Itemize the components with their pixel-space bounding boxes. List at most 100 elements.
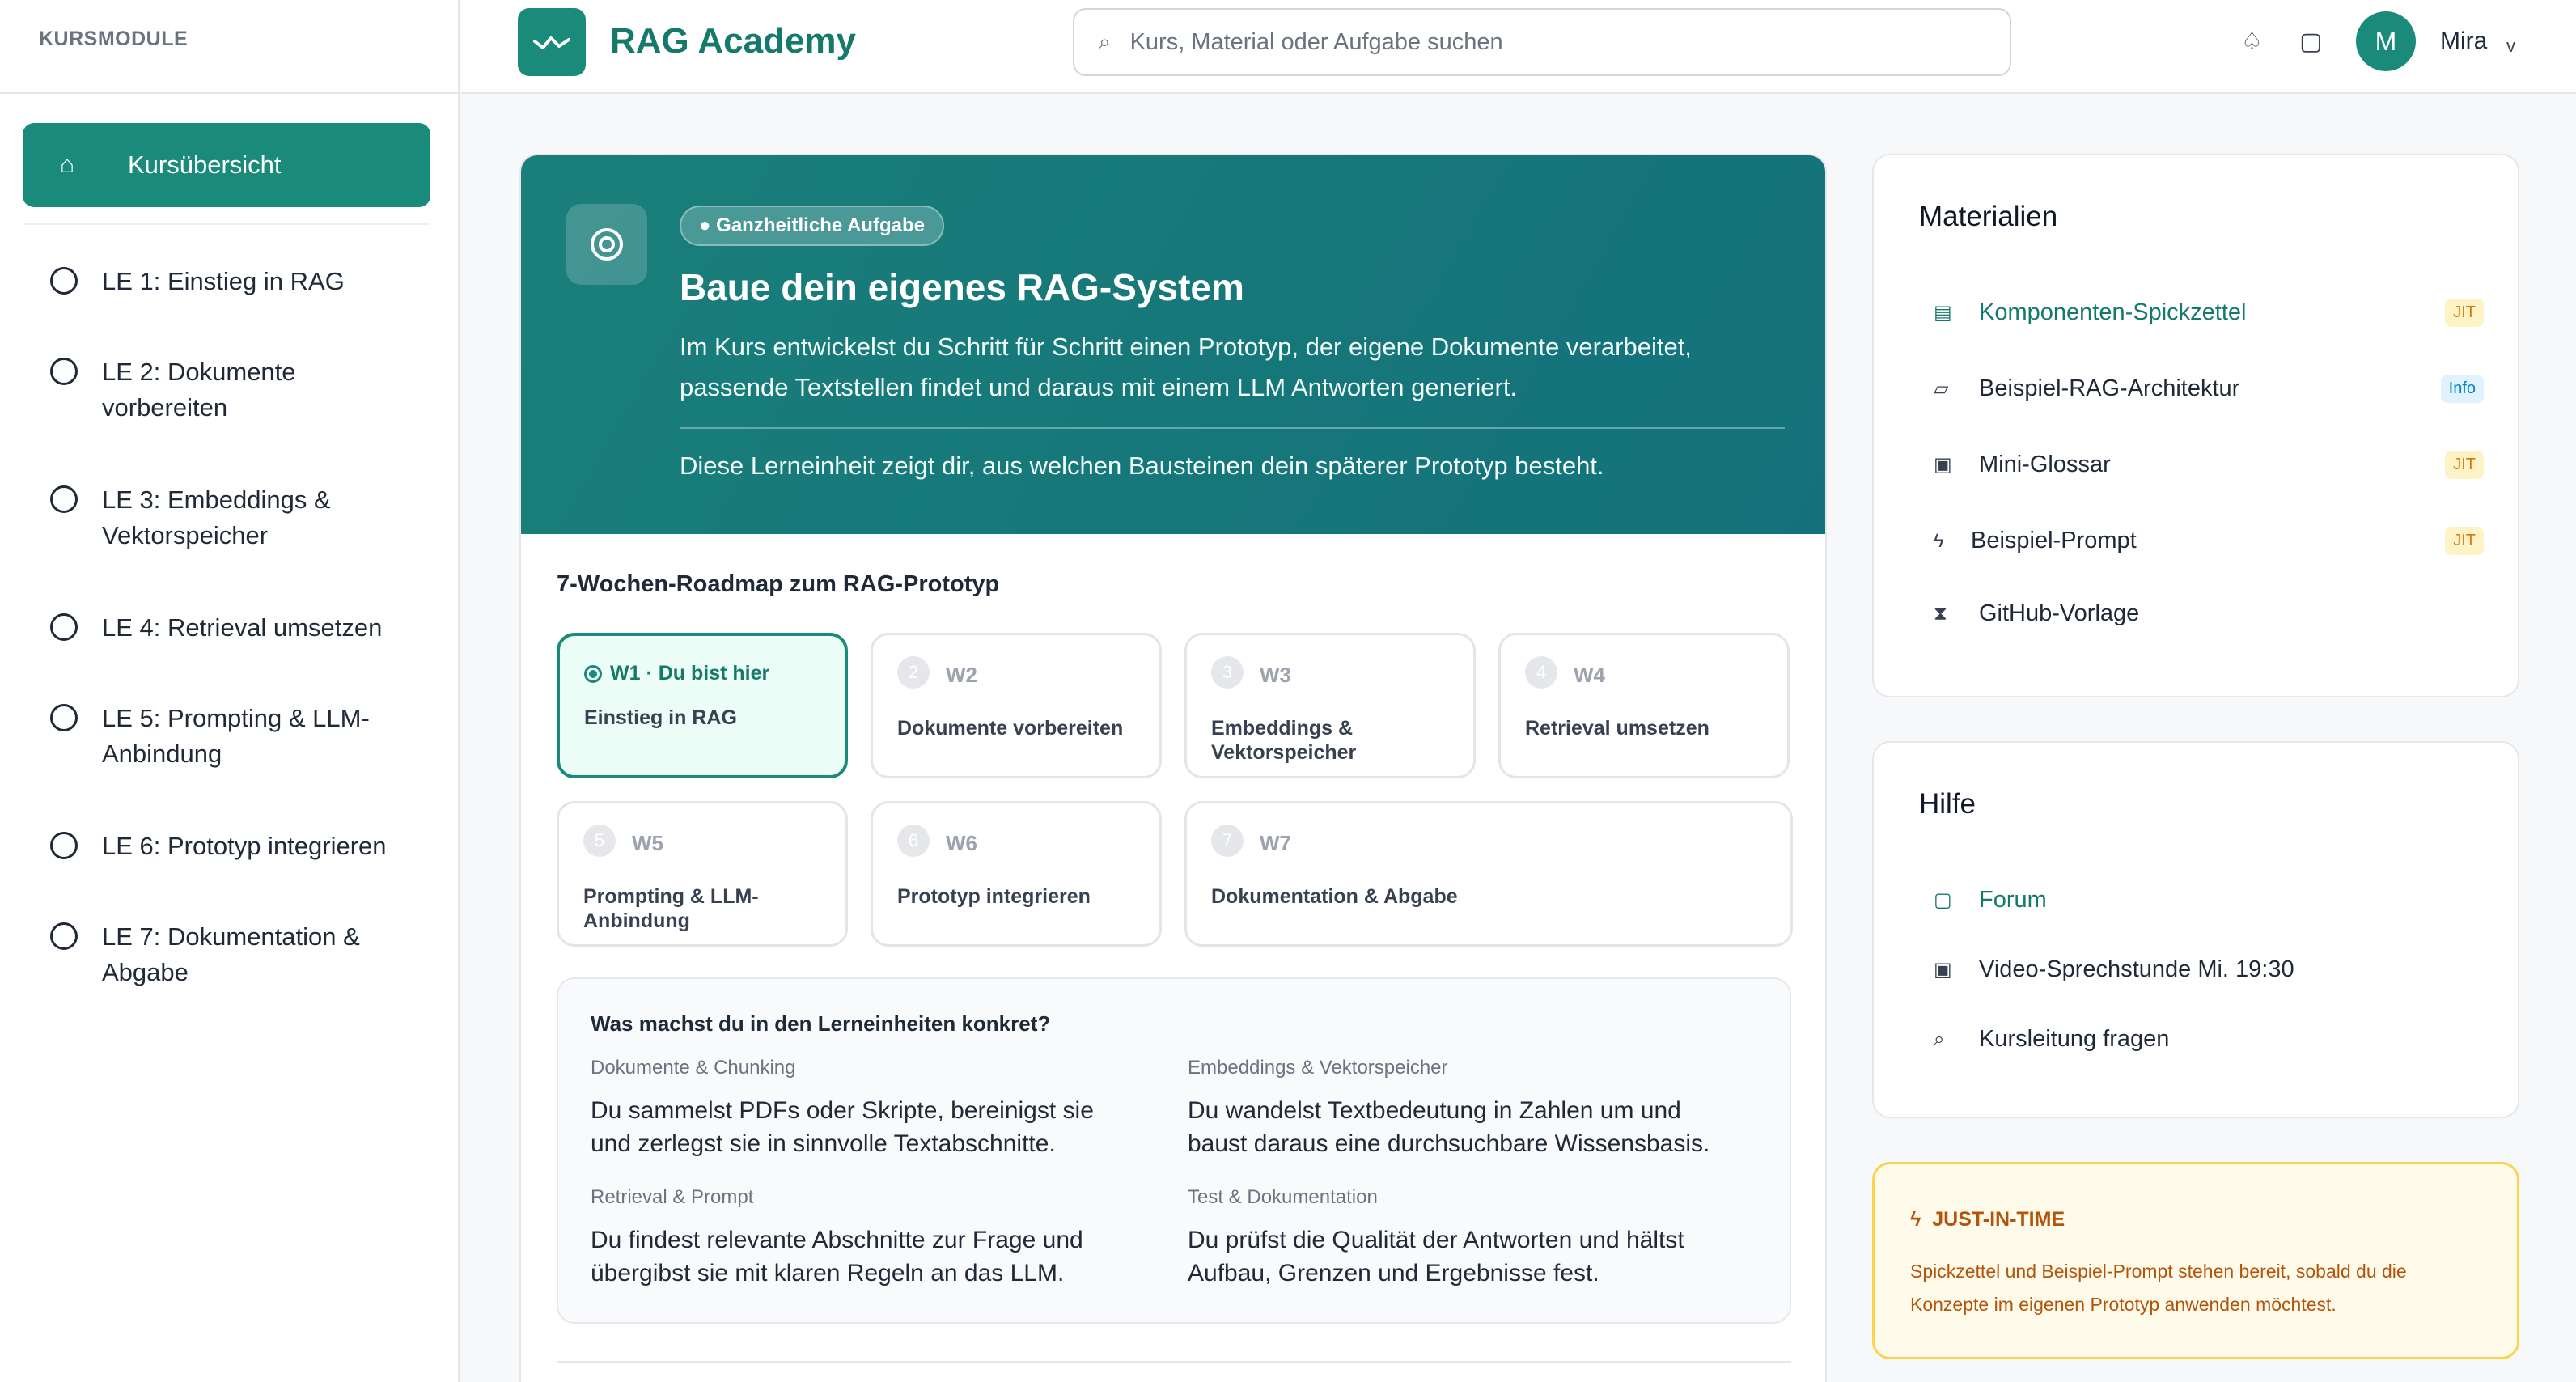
status-circle-icon (50, 358, 78, 385)
forum-icon: ▢ (1934, 889, 1952, 911)
help-label: Kursleitung fragen (1979, 1026, 2170, 1052)
github-icon: ⧗ (1934, 602, 1947, 625)
status-circle-icon (50, 832, 78, 859)
sidebar-item-label: LE 3: Embeddings & Vektorspeicher (102, 485, 331, 549)
search-input[interactable] (1129, 28, 1939, 56)
hero-banner: ● Ganzheitliche Aufgabe Baue dein eigene… (521, 155, 1825, 534)
avatar[interactable]: M (2356, 11, 2416, 71)
status-circle-icon (50, 922, 78, 950)
week-card-w1[interactable]: W1 · Du bist hier Einstieg in RAG (557, 633, 848, 778)
sidebar-item-le7[interactable]: LE 7: Dokumentation & Abgabe (50, 919, 393, 990)
help-item-kursleitung[interactable]: ⌕ Kursleitung fragen (1934, 1026, 2484, 1053)
task-badge: ● Ganzheitliche Aufgabe (680, 206, 944, 246)
material-item-glossar[interactable]: ▣ Mini-Glossar JIT (1934, 451, 2484, 479)
current-indicator-icon (584, 665, 602, 683)
jit-text: Spickzettel und Beispiel-Prompt stehen b… (1910, 1261, 2407, 1315)
week-label: W6 (946, 831, 977, 855)
week-card-w4[interactable]: 4 W4 Retrieval umsetzen (1498, 633, 1790, 778)
activity-caption: Dokumente & Chunking (591, 1057, 796, 1079)
week-label: W7 (1260, 831, 1291, 855)
brand-logo[interactable] (518, 8, 586, 76)
sidebar-item-le5[interactable]: LE 5: Prompting & LLM-Anbindung (50, 701, 409, 772)
help-item-forum[interactable]: ▢ Forum (1934, 887, 2484, 914)
activities-title: Was machst du in den Lerneinheiten konkr… (591, 1011, 1051, 1036)
week-card-w7[interactable]: 7 W7 Dokumentation & Abgabe (1184, 801, 1793, 947)
chat-icon[interactable]: ▢ (2299, 28, 2322, 56)
help-label: Forum (1979, 887, 2047, 913)
week-name: Prototyp integrieren (897, 885, 1091, 908)
section-divider (557, 1361, 1791, 1363)
week-label: W5 (632, 831, 663, 855)
material-label: GitHub-Vorlage (1979, 600, 2140, 626)
chevron-down-icon[interactable]: v (2506, 36, 2515, 57)
material-item-architektur[interactable]: ▱ Beispiel-RAG-Architektur Info (1934, 375, 2484, 403)
sidebar-title: KURSMODULE (39, 28, 189, 50)
week-current-label: W1 · Du bist hier (610, 662, 770, 685)
sidebar-separator (23, 223, 430, 225)
activity-caption: Embeddings & Vektorspeicher (1188, 1057, 1448, 1079)
help-title: Hilfe (1919, 788, 1976, 820)
roadmap-title: 7-Wochen-Roadmap zum RAG-Prototyp (557, 571, 1000, 597)
brand-name[interactable]: RAG Academy (610, 21, 856, 61)
activities-box: Was machst du in den Lerneinheiten konkr… (557, 977, 1791, 1324)
document-icon: ▤ (1934, 302, 1952, 324)
search-icon: ⌕ (1934, 1028, 1945, 1050)
status-circle-icon (50, 704, 78, 731)
jit-notice: ϟ JUST-IN-TIME Spickzettel und Beispiel-… (1872, 1162, 2519, 1359)
main-card: ● Ganzheitliche Aufgabe Baue dein eigene… (519, 154, 1827, 1382)
week-label: W4 (1574, 663, 1605, 687)
bolt-icon: ϟ (1934, 529, 1944, 552)
sidebar-item-le3[interactable]: LE 3: Embeddings & Vektorspeicher (50, 482, 361, 553)
week-card-w2[interactable]: 2 W2 Dokumente vorbereiten (871, 633, 1162, 778)
material-item-github[interactable]: ⧗ GitHub-Vorlage (1934, 600, 2484, 627)
week-label: W3 (1260, 663, 1291, 687)
week-number: 4 (1525, 656, 1557, 689)
status-circle-icon (50, 613, 78, 641)
materials-panel: Materialien ▤ Komponenten-Spickzettel JI… (1872, 154, 2519, 697)
glossary-icon: ▣ (1934, 454, 1952, 476)
help-panel: Hilfe ▢ Forum ▣ Video-Sprechstunde Mi. 1… (1872, 741, 2519, 1118)
week-card-w5[interactable]: 5 W5 Prompting & LLM-Anbindung (557, 801, 848, 947)
material-label: Mini-Glossar (1979, 451, 2111, 477)
week-name: Embeddings & Vektorspeicher (1211, 717, 1357, 764)
week-number: 2 (897, 656, 930, 689)
sidebar-item-le2[interactable]: LE 2: Dokumente vorbereiten (50, 354, 345, 426)
week-number: 5 (583, 825, 616, 857)
material-label: Komponenten-Spickzettel (1979, 299, 2247, 325)
help-label: Video-Sprechstunde Mi. 19:30 (1979, 956, 2294, 982)
materials-title: Materialien (1919, 201, 2058, 232)
week-number: 6 (897, 825, 930, 857)
sidebar-item-label: LE 4: Retrieval umsetzen (102, 613, 383, 642)
material-label: Beispiel-Prompt (1971, 528, 2137, 553)
sidebar-item-label: LE 1: Einstieg in RAG (102, 267, 345, 295)
material-item-spickzettel[interactable]: ▤ Komponenten-Spickzettel JIT (1934, 299, 2484, 327)
week-card-w6[interactable]: 6 W6 Prototyp integrieren (871, 801, 1162, 947)
wave-icon (533, 36, 570, 49)
hero-title: Baue dein eigenes RAG-System (680, 266, 1244, 308)
sidebar-item-kursuebersicht[interactable]: ⌂ Kursübersicht (23, 123, 430, 207)
material-label: Beispiel-RAG-Architektur (1979, 375, 2240, 401)
help-item-video[interactable]: ▣ Video-Sprechstunde Mi. 19:30 (1934, 956, 2484, 983)
sidebar-item-le4[interactable]: LE 4: Retrieval umsetzen (50, 610, 426, 646)
week-card-w3[interactable]: 3 W3 Embeddings & Vektorspeicher (1184, 633, 1476, 778)
search-bar[interactable]: ⌕ (1073, 8, 2011, 76)
week-number: 7 (1211, 825, 1244, 857)
jit-title: JUST-IN-TIME (1932, 1208, 2065, 1231)
activity-caption: Retrieval & Prompt (591, 1186, 754, 1208)
activity-caption: Test & Dokumentation (1188, 1186, 1378, 1208)
week-name: Retrieval umsetzen (1525, 717, 1710, 740)
activity-text: Du findest relevante Abschnitte zur Frag… (591, 1227, 1083, 1287)
bolt-icon: ϟ (1910, 1208, 1921, 1231)
week-name: Dokumentation & Abgabe (1211, 885, 1458, 908)
sidebar-item-label: LE 2: Dokumente vorbereiten (102, 358, 296, 422)
activity-item: Retrieval & Prompt Du findest relevante … (591, 1186, 1141, 1290)
sidebar-item-label: LE 5: Prompting & LLM-Anbindung (102, 704, 370, 768)
bell-icon[interactable]: ♤ (2241, 28, 2263, 56)
week-name: Einstieg in RAG (584, 706, 737, 729)
sidebar-item-le6[interactable]: LE 6: Prototyp integrieren (50, 829, 426, 864)
user-name[interactable]: Mira (2440, 28, 2487, 55)
activity-text: Du sammelst PDFs oder Skripte, bereinigs… (591, 1097, 1094, 1157)
material-item-prompt[interactable]: ϟ Beispiel-Prompt JIT (1934, 527, 2484, 555)
activity-item: Test & Dokumentation Du prüfst die Quali… (1188, 1186, 1738, 1290)
sidebar-item-le1[interactable]: LE 1: Einstieg in RAG (50, 264, 426, 299)
